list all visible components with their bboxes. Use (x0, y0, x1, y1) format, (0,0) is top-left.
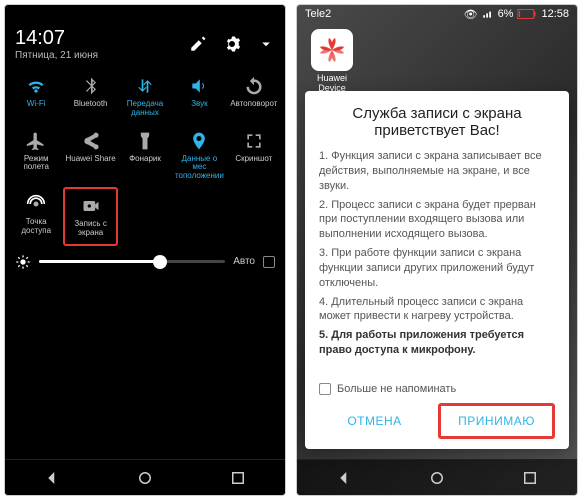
status-bar: Tele2 👁 6% 12:58 (297, 5, 577, 23)
brightness-auto-label: Авто (233, 256, 255, 267)
gear-icon[interactable] (223, 35, 241, 53)
tile-label: Wi-Fi (27, 100, 46, 109)
nav-home-icon[interactable] (136, 469, 154, 487)
dialog-paragraph: 1. Функция записи с экрана записывает вс… (319, 149, 555, 194)
sound-icon (189, 75, 209, 97)
qs-tile-flashlight[interactable]: Фонарик (118, 124, 172, 187)
battery-level: 6% (498, 8, 514, 20)
screen-recorder-dialog: Служба записи с экрана приветствует Вас!… (305, 91, 569, 449)
qs-tile-bluetooth[interactable]: Bluetooth (63, 69, 117, 124)
qs-header: 14:07 Пятница, 21 июня (5, 23, 285, 69)
qs-tile-location[interactable]: Данные о мес тоположении (172, 124, 226, 187)
data-icon (135, 75, 155, 97)
qs-tile-rotate[interactable]: Автоповорот (227, 69, 281, 124)
nav-recent-icon[interactable] (521, 469, 539, 487)
signal-icon (482, 8, 494, 20)
rotate-icon (244, 75, 264, 97)
qs-tile-record[interactable]: Запись с экрана (63, 187, 117, 246)
share-icon (81, 130, 101, 152)
flashlight-icon (135, 130, 155, 152)
dialog-paragraph: 2. Процесс записи с экрана будет прерван… (319, 198, 555, 243)
edit-icon[interactable] (189, 35, 207, 53)
airplane-icon (26, 130, 46, 152)
qs-tile-airplane[interactable]: Режим полета (9, 124, 63, 187)
tile-label: Bluetooth (74, 100, 108, 109)
cancel-button[interactable]: ОТМЕНА (319, 403, 430, 439)
carrier: Tele2 (305, 8, 331, 20)
tile-label: Данные о мес тоположении (174, 155, 224, 181)
tile-label: Запись с экрана (67, 220, 113, 238)
dont-remind-row[interactable]: Больше не напоминать (319, 383, 555, 395)
location-icon (189, 130, 209, 152)
nav-bar (297, 459, 577, 495)
eye-icon: 👁 (464, 8, 478, 21)
wifi-icon (26, 75, 46, 97)
chevron-down-icon[interactable] (257, 35, 275, 53)
brightness-slider[interactable] (39, 260, 225, 263)
tile-label: Передача данных (120, 100, 170, 118)
brightness-row: Авто (5, 246, 285, 274)
bluetooth-icon (81, 75, 101, 97)
qs-tile-data[interactable]: Передача данных (118, 69, 172, 124)
brightness-icon (15, 254, 31, 270)
record-icon (81, 195, 101, 217)
phone-quick-settings: 14:07 Пятница, 21 июня Wi-Fi Bluetooth Пер… (4, 4, 286, 496)
clock: 12:58 (541, 8, 569, 20)
tile-label: Режим полета (11, 155, 61, 173)
qs-tile-share[interactable]: Huawei Share (63, 124, 117, 187)
tile-label: Автоповорот (230, 100, 277, 109)
battery-icon (517, 9, 537, 19)
dialog-paragraph: 4. Длительный процесс записи с экрана мо… (319, 295, 555, 325)
app-label: Huawei Device (307, 73, 357, 93)
nav-recent-icon[interactable] (229, 469, 247, 487)
nav-back-icon[interactable] (43, 469, 61, 487)
time: 14:07 (15, 27, 98, 50)
status-bar (5, 5, 285, 23)
screenshot-icon (244, 130, 264, 152)
dialog-paragraph: 3. При работе функции записи с экрана фу… (319, 246, 555, 291)
dialog-body: 1. Функция записи с экрана записывает вс… (319, 149, 555, 375)
tile-label: Фонарик (129, 155, 161, 164)
qs-tile-hotspot[interactable]: Точка доступа (9, 187, 63, 246)
qs-tile-sound[interactable]: Звук (172, 69, 226, 124)
nav-home-icon[interactable] (428, 469, 446, 487)
tile-label: Точка доступа (11, 218, 61, 236)
tile-label: Звук (191, 100, 207, 109)
qs-tiles: Wi-Fi Bluetooth Передача данных Звук Автопов… (5, 69, 285, 246)
qs-tile-screenshot[interactable]: Скриншот (227, 124, 281, 187)
dont-remind-label: Больше не напоминать (337, 383, 456, 395)
dont-remind-checkbox[interactable] (319, 383, 331, 395)
tile-label: Huawei Share (65, 155, 115, 164)
tile-label: Скриншот (235, 155, 272, 164)
huawei-logo-icon (311, 29, 353, 71)
phone-screen-recorder-dialog: Tele2 👁 6% 12:58 Huawei Device Служба за… (296, 4, 578, 496)
nav-back-icon[interactable] (335, 469, 353, 487)
brightness-auto-checkbox[interactable] (263, 256, 275, 268)
dialog-paragraph-bold: 5. Для работы приложения требуется право… (319, 328, 555, 358)
app-shortcut-huawei-device[interactable]: Huawei Device (307, 29, 357, 93)
accept-button[interactable]: ПРИНИМАЮ (438, 403, 555, 439)
dialog-title: Служба записи с экрана приветствует Вас! (319, 105, 555, 139)
date: Пятница, 21 июня (15, 50, 98, 61)
qs-tile-wifi[interactable]: Wi-Fi (9, 69, 63, 124)
nav-bar (5, 459, 285, 495)
hotspot-icon (26, 193, 46, 215)
